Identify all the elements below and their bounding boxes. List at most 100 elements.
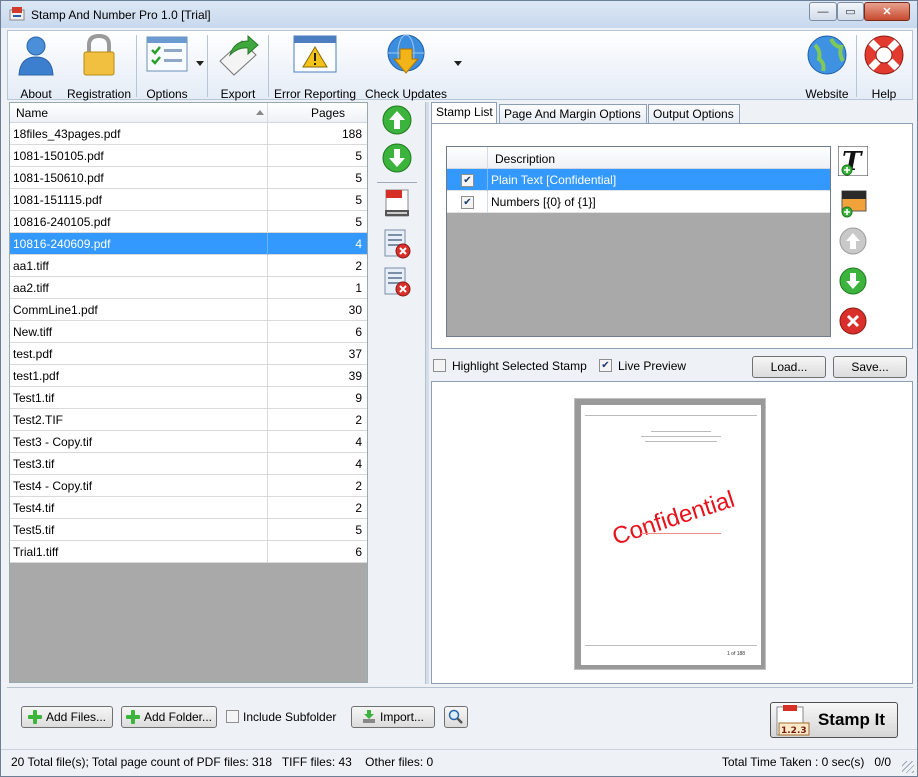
stamp-description: Plain Text [Confidential] xyxy=(491,173,617,187)
save-button[interactable]: Save... xyxy=(833,356,907,378)
error-reporting-button[interactable]: Error Reporting xyxy=(273,33,357,101)
table-row[interactable]: aa1.tiff 2 xyxy=(10,255,367,277)
table-row[interactable]: Test5.tif 5 xyxy=(10,519,367,541)
status-time-taken: Total Time Taken : 0 sec(s) 0/0 xyxy=(721,755,891,769)
bottom-actions: Add Files... Add Folder... Include Subfo… xyxy=(7,687,913,745)
table-row[interactable]: 1081-150610.pdf 5 xyxy=(10,167,367,189)
add-folder-button[interactable]: Add Folder... xyxy=(121,706,217,728)
stamp-preview[interactable]: Confidential 1 of 188 xyxy=(431,381,913,684)
table-row[interactable]: aa2.tiff 1 xyxy=(10,277,367,299)
file-name: Test3.tif xyxy=(13,457,55,471)
table-row[interactable]: Test4 - Copy.tif 2 xyxy=(10,475,367,497)
file-pages: 6 xyxy=(355,325,362,339)
add-files-button[interactable]: Add Files... xyxy=(21,706,113,728)
options-button[interactable]: Options xyxy=(142,33,192,101)
table-row[interactable]: New.tiff 6 xyxy=(10,321,367,343)
include-subfolder-checkbox[interactable] xyxy=(226,710,239,723)
table-row[interactable]: 10816-240609.pdf 4 xyxy=(10,233,367,255)
table-row[interactable]: Test4.tif 2 xyxy=(10,497,367,519)
add-text-stamp-icon[interactable]: T xyxy=(838,146,868,176)
stamp-enabled-checkbox[interactable]: ✔ xyxy=(461,174,474,187)
export-arrow-icon xyxy=(219,34,259,76)
file-name: CommLine1.pdf xyxy=(13,303,98,317)
import-button[interactable]: Import... xyxy=(351,706,435,728)
maximize-button[interactable]: ▭ xyxy=(837,2,864,21)
add-files-label: Add Files... xyxy=(45,710,107,724)
stamp-move-up-arrow-icon[interactable] xyxy=(838,226,868,256)
actions-separator xyxy=(377,182,417,183)
sort-ascending-icon xyxy=(256,110,264,115)
tab-output-options[interactable]: Output Options xyxy=(648,104,740,124)
file-pages: 1 xyxy=(355,281,362,295)
file-pages: 4 xyxy=(355,237,362,251)
table-row[interactable]: 10816-240105.pdf 5 xyxy=(10,211,367,233)
help-label: Help xyxy=(871,87,897,101)
globe-download-icon xyxy=(387,34,425,74)
file-pages: 5 xyxy=(355,523,362,537)
toolbar-separator xyxy=(856,35,857,97)
table-row[interactable]: Trial1.tiff 6 xyxy=(10,541,367,563)
vertical-splitter[interactable] xyxy=(425,102,429,684)
about-label: About xyxy=(20,87,52,101)
table-row[interactable]: Test3 - Copy.tif 4 xyxy=(10,431,367,453)
stamp-enabled-checkbox[interactable]: ✔ xyxy=(461,196,474,209)
column-header-pages[interactable]: Pages xyxy=(311,106,345,120)
stamp-it-button[interactable]: 1.2.3 Stamp It xyxy=(770,702,898,738)
file-pages: 4 xyxy=(355,457,362,471)
list-item[interactable]: ✔ Plain Text [Confidential] xyxy=(447,169,830,191)
warning-window-icon xyxy=(293,35,337,73)
file-pages: 30 xyxy=(348,303,362,317)
about-button[interactable]: About xyxy=(12,33,60,101)
delete-stamp-icon[interactable] xyxy=(838,306,868,336)
stamp-move-down-arrow-icon[interactable] xyxy=(838,266,868,296)
remove-selected-icon[interactable] xyxy=(381,228,413,260)
help-button[interactable]: Help xyxy=(860,33,908,101)
file-name: Test2.TIF xyxy=(13,413,64,427)
file-list[interactable]: Name Pages 18files_43pages.pdf 188 1081-15… xyxy=(9,102,368,683)
check-updates-button[interactable]: Check Updates xyxy=(364,33,448,101)
table-row[interactable]: 1081-150105.pdf 5 xyxy=(10,145,367,167)
toolbar-separator xyxy=(136,35,137,97)
file-name: 10816-240105.pdf xyxy=(13,215,111,229)
options-dropdown-arrow-icon[interactable] xyxy=(196,61,204,66)
error-reporting-label: Error Reporting xyxy=(273,87,357,101)
lock-icon xyxy=(83,33,115,76)
search-button[interactable] xyxy=(444,706,468,728)
resize-grip[interactable] xyxy=(902,761,914,773)
table-row[interactable]: Test3.tif 4 xyxy=(10,453,367,475)
check-updates-dropdown-arrow-icon[interactable] xyxy=(454,61,462,66)
registration-button[interactable]: Registration xyxy=(64,33,134,101)
pdf-settings-icon[interactable] xyxy=(381,188,413,220)
table-row[interactable]: test.pdf 37 xyxy=(10,343,367,365)
title-bar[interactable]: Stamp And Number Pro 1.0 [Trial] — ▭ ✕ xyxy=(1,1,917,28)
close-button[interactable]: ✕ xyxy=(864,2,910,21)
website-button[interactable]: Website xyxy=(802,33,852,101)
add-image-stamp-icon[interactable] xyxy=(838,188,868,218)
highlight-selected-checkbox[interactable] xyxy=(433,359,446,372)
load-button[interactable]: Load... xyxy=(752,356,826,378)
live-preview-checkbox[interactable]: ✔ xyxy=(599,359,612,372)
table-row[interactable]: CommLine1.pdf 30 xyxy=(10,299,367,321)
table-row[interactable]: test1.pdf 39 xyxy=(10,365,367,387)
tab-page-margin-options[interactable]: Page And Margin Options xyxy=(499,104,647,124)
file-pages: 4 xyxy=(355,435,362,449)
table-row[interactable]: 1081-151115.pdf 5 xyxy=(10,189,367,211)
move-up-arrow-icon[interactable] xyxy=(381,104,413,136)
file-name: Test3 - Copy.tif xyxy=(13,435,93,449)
list-item[interactable]: ✔ Numbers [{0} of {1}] xyxy=(447,191,830,213)
import-arrow-icon xyxy=(362,710,375,723)
column-header-description[interactable]: Description xyxy=(495,152,555,166)
table-row[interactable]: 18files_43pages.pdf 188 xyxy=(10,123,367,145)
export-button[interactable]: Export xyxy=(214,33,262,101)
tab-stamp-list[interactable]: Stamp List xyxy=(431,102,497,124)
main-toolbar: About Registration Options Export Error … xyxy=(7,30,913,101)
stamp-list[interactable]: Description ✔ Plain Text [Confidential] ✔ N… xyxy=(446,146,831,337)
move-down-arrow-icon[interactable] xyxy=(381,142,413,174)
remove-all-icon[interactable] xyxy=(381,266,413,298)
table-row[interactable]: Test1.tif 9 xyxy=(10,387,367,409)
table-row[interactable]: Test2.TIF 2 xyxy=(10,409,367,431)
minimize-button[interactable]: — xyxy=(809,2,837,21)
preview-page: Confidential 1 of 188 xyxy=(574,398,766,670)
file-name: Test5.tif xyxy=(13,523,55,537)
column-header-name[interactable]: Name xyxy=(16,106,48,120)
